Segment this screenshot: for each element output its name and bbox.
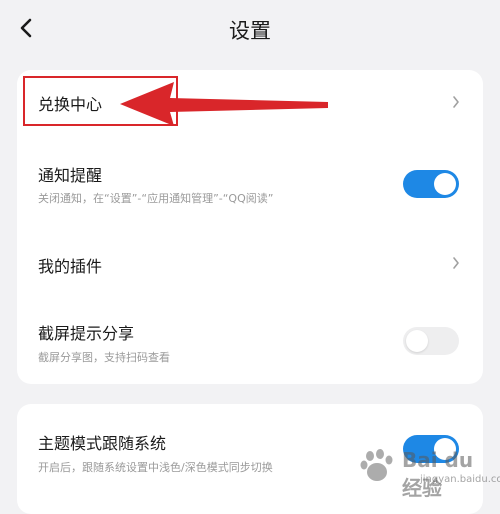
theme-follow-label: 主题模式跟随系统 [38,434,167,453]
notification-label: 通知提醒 [38,166,103,185]
row-screenshot-share: 截屏提示分享 截屏分享图，支持扫码查看 [17,306,483,372]
my-plugins-label: 我的插件 [38,257,103,276]
screenshot-share-label: 截屏提示分享 [38,324,135,343]
notification-toggle[interactable] [403,170,459,198]
top-bar: 设置 [0,0,500,58]
row-notification: 通知提醒 关闭通知，在“设置”-“应用通知管理”-“QQ阅读” [17,150,483,210]
annotation-arrow [120,82,328,126]
screenshot-share-description: 截屏分享图，支持扫码查看 [38,351,170,364]
toggle-knob [434,173,456,195]
watermark-subtext: jingyan.baidu.com [420,474,500,485]
chevron-right-icon [453,257,459,269]
theme-follow-description: 开启后，跟随系统设置中浅色/深色模式同步切换 [38,461,273,474]
chevron-right-icon [453,96,459,108]
screenshot-share-toggle[interactable] [403,327,459,355]
baidu-paw-icon [360,449,393,481]
toggle-knob [406,330,428,352]
row-my-plugins[interactable]: 我的插件 [17,236,483,292]
page-title: 设置 [229,19,271,43]
notification-description: 关闭通知，在“设置”-“应用通知管理”-“QQ阅读” [38,192,274,205]
watermark: Bai du 经验 jingyan.baidu.com [358,446,500,500]
